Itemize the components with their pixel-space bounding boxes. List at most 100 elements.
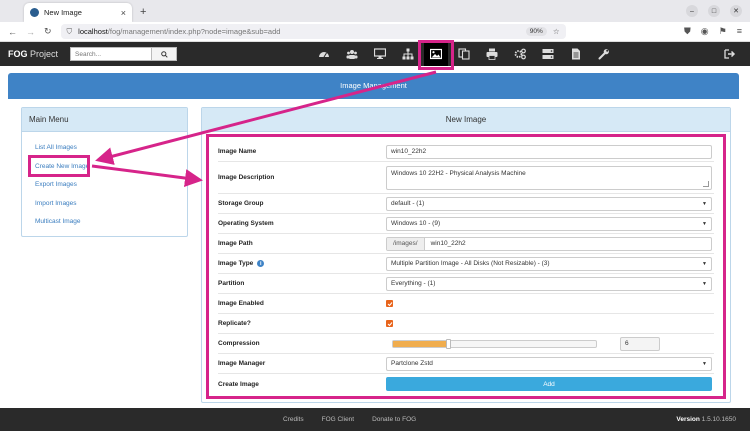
add-button[interactable]: Add (386, 377, 712, 391)
address-bar[interactable]: ⛉ localhost/fog/management/index.php?nod… (60, 24, 566, 39)
menu-item-create-new-image[interactable]: Create New Image (35, 163, 187, 182)
copy-icon (458, 48, 470, 60)
image-manager-select[interactable]: Partclone Zstd ▼ (386, 356, 712, 371)
image-path-group: /images/ win10_22h2 (386, 236, 712, 251)
form-row-partition: Partition Everything - (1) ▼ (218, 274, 714, 294)
image-description-textarea[interactable]: Windows 10 22H2 - Physical Analysis Mach… (386, 165, 712, 190)
minimize-icon[interactable]: – (686, 5, 698, 17)
storage-group-select[interactable]: default - (1) ▼ (386, 196, 712, 211)
footer-link-credits[interactable]: Credits (283, 416, 304, 423)
browser-tab[interactable]: New Image × (24, 3, 132, 22)
hosts-nav[interactable] (368, 42, 392, 66)
check-icon (387, 301, 392, 306)
groups-nav[interactable] (396, 42, 420, 66)
new-image-panel: New Image Image Name win10_22h2 Image De… (201, 107, 731, 403)
file-icon (572, 48, 580, 60)
footer-link-fog-client[interactable]: FOG Client (322, 416, 355, 423)
images-nav[interactable] (424, 42, 448, 66)
image-type-label: Image Type i (218, 260, 386, 267)
account-icon[interactable]: ◉ (701, 26, 709, 37)
form-row-image-manager: Image Manager Partclone Zstd ▼ (218, 354, 714, 374)
page-title: Image Management (8, 73, 739, 99)
fog-top-bar: FOG Project (0, 42, 750, 66)
reports-nav[interactable] (564, 42, 588, 66)
storage-nav[interactable] (536, 42, 560, 66)
form-row-compression: Compression 6 (218, 334, 714, 354)
search-input[interactable] (70, 47, 152, 61)
compression-slider[interactable] (392, 338, 597, 349)
form-row-image-description: Image Description Windows 10 22H2 - Phys… (218, 162, 714, 194)
footer-link-donate[interactable]: Donate to FOG (372, 416, 416, 423)
menu-item-import-images[interactable]: Import Images (35, 200, 187, 219)
sitemap-icon (402, 48, 414, 60)
menu-item-multicast-image[interactable]: Multicast Image (35, 218, 187, 237)
users-icon (346, 50, 358, 59)
monitor-icon (374, 48, 386, 59)
form-row-image-path: Image Path /images/ win10_22h2 (218, 234, 714, 254)
menu-item-export-images[interactable]: Export Images (35, 181, 187, 200)
image-name-label: Image Name (218, 148, 257, 155)
form-row-operating-system: Operating System Windows 10 - (9) ▼ (218, 214, 714, 234)
menu-item-list-all-images[interactable]: List All Images (35, 144, 187, 163)
users-nav[interactable] (340, 42, 364, 66)
new-image-title: New Image (202, 108, 730, 132)
page-content: Image Management Main Menu List All Imag… (0, 66, 750, 408)
version-info: Version 1.5.10.1650 (676, 416, 736, 423)
extensions-icon[interactable]: ⚑ (719, 26, 727, 37)
image-name-input[interactable]: win10_22h2 (386, 144, 712, 159)
operating-system-select[interactable]: Windows 10 - (9) ▼ (386, 216, 712, 231)
menu-icon[interactable]: ≡ (737, 26, 742, 37)
dropdown-caret-icon: ▼ (702, 260, 707, 267)
forward-icon[interactable]: → (26, 27, 35, 37)
search-button[interactable] (152, 47, 177, 61)
image-icon (430, 48, 442, 60)
snapins-nav[interactable] (452, 42, 476, 66)
replicate-checkbox[interactable] (386, 320, 393, 327)
storage-group-label: Storage Group (218, 200, 264, 207)
close-window-icon[interactable]: ✕ (730, 5, 742, 17)
create-image-label: Create Image (218, 380, 259, 388)
tab-close-icon[interactable]: × (121, 8, 126, 18)
dropdown-caret-icon: ▼ (702, 360, 707, 367)
image-type-select[interactable]: Multiple Partition Image - All Disks (No… (386, 256, 712, 271)
url-host: localhost (78, 27, 108, 36)
reload-icon[interactable]: ↻ (44, 26, 52, 37)
logout-icon[interactable] (724, 48, 736, 60)
dashboard-icon (319, 52, 329, 58)
partition-select[interactable]: Everything - (1) ▼ (386, 276, 712, 291)
services-nav[interactable] (508, 42, 532, 66)
zoom-level[interactable]: 90% (525, 27, 547, 36)
browser-tab-bar: New Image × + – □ ✕ (0, 0, 750, 22)
maximize-icon[interactable]: □ (708, 5, 720, 17)
image-path-input[interactable]: win10_22h2 (425, 238, 472, 250)
form-row-image-enabled: Image Enabled (218, 294, 714, 314)
info-icon[interactable]: i (257, 260, 265, 267)
footer: Credits FOG Client Donate to FOG Version… (0, 408, 750, 431)
compression-slider-fill (393, 340, 448, 347)
cogs-icon (514, 48, 526, 60)
browser-nav-bar: ← → ↻ ⛉ localhost/fog/management/index.p… (0, 22, 750, 42)
settings-nav[interactable] (592, 42, 616, 66)
printer-icon (486, 48, 498, 60)
image-path-prefix: /images/ (387, 237, 425, 250)
compression-slider-handle[interactable] (445, 338, 451, 349)
tab-title: New Image (44, 8, 82, 17)
form-row-image-name: Image Name win10_22h2 (218, 142, 714, 162)
replicate-label: Replicate? (218, 320, 251, 327)
back-icon[interactable]: ← (8, 27, 17, 37)
wrench-icon (598, 49, 609, 60)
fog-brand[interactable]: FOG Project (8, 49, 70, 59)
pocket-icon[interactable]: ⛊ (684, 26, 691, 37)
printers-nav[interactable] (480, 42, 504, 66)
dashboard-nav[interactable] (312, 42, 336, 66)
dropdown-caret-icon: ▼ (702, 200, 707, 207)
url-path: /fog/management/index.php?node=image&sub… (107, 27, 281, 36)
image-enabled-checkbox[interactable] (386, 300, 393, 307)
partition-label: Partition (218, 280, 245, 287)
search-icon (160, 50, 168, 58)
storage-icon (542, 49, 554, 59)
new-tab-button[interactable]: + (140, 3, 146, 22)
dropdown-caret-icon: ▼ (702, 280, 707, 287)
bookmark-star-icon[interactable]: ☆ (553, 27, 560, 36)
page-info-icon[interactable]: ⛉ (67, 27, 73, 37)
